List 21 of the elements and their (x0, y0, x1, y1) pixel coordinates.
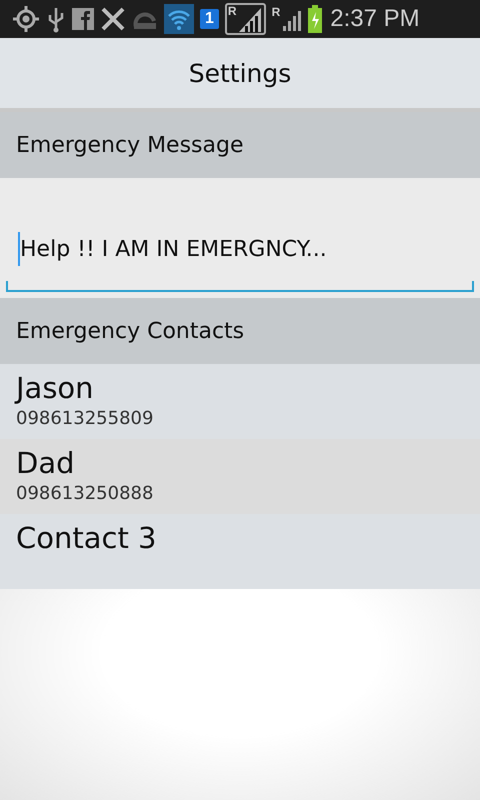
facebook-icon (72, 8, 94, 30)
section-header: Emergency Contacts (16, 318, 244, 344)
clock: 2:37 PM (330, 5, 420, 33)
contact-name: Jason (16, 370, 95, 406)
contact-phone: 098613250888 (16, 482, 154, 506)
roaming-label: R (272, 6, 280, 18)
roaming-label: R (228, 5, 237, 17)
contact-name: Dad (16, 445, 76, 481)
contact-phone: 098613255809 (16, 407, 154, 431)
contact-row[interactable]: Dad 098613250888 (0, 439, 480, 514)
wifi-icon (164, 4, 194, 34)
gps-icon (12, 5, 40, 33)
battery-icon (308, 5, 322, 33)
text-cursor (18, 232, 20, 266)
screen-title: Settings (188, 58, 292, 88)
contact-name: Contact 3 (16, 520, 158, 556)
contact-row[interactable]: Jason 098613255809 (0, 364, 480, 439)
contact-row[interactable]: Contact 3 (0, 514, 480, 589)
sim-badge: 1 (200, 9, 219, 29)
usb-icon (46, 5, 66, 33)
section-header: Emergency Message (16, 132, 244, 158)
